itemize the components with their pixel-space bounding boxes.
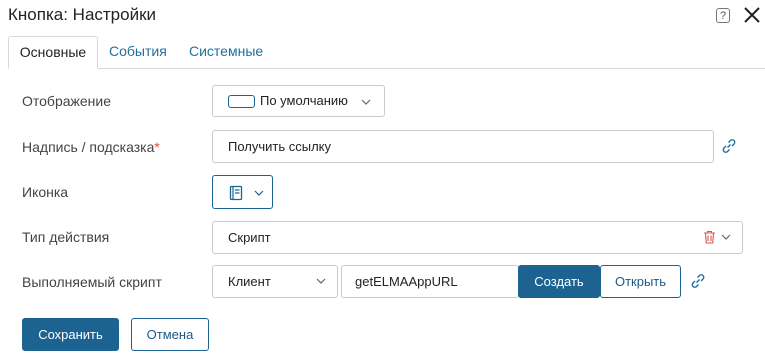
script-function-input[interactable]: getELMAAppURL <box>341 265 519 298</box>
chevron-down-icon <box>316 278 326 284</box>
open-script-button[interactable]: Открыть <box>600 265 681 298</box>
close-icon[interactable] <box>743 6 761 24</box>
caption-label-text: Надпись / подсказка <box>22 139 155 155</box>
tab-events[interactable]: События <box>109 36 167 68</box>
chevron-down-icon <box>721 234 731 240</box>
trash-icon[interactable] <box>703 230 716 244</box>
help-button[interactable]: ? <box>716 8 730 23</box>
cancel-button[interactable]: Отмена <box>131 318 209 351</box>
display-label: Отображение <box>22 93 112 109</box>
dialog-title: Кнопка: Настройки <box>8 5 157 24</box>
script-side-value: Клиент <box>228 274 271 289</box>
tab-bar: Основные События Системные <box>8 36 765 69</box>
icon-label: Иконка <box>22 184 69 200</box>
action-type-select[interactable]: Скрипт <box>212 221 743 254</box>
caption-input[interactable]: Получить ссылку <box>212 130 714 163</box>
display-value: По умолчанию <box>260 93 348 108</box>
book-icon <box>229 185 243 201</box>
script-label: Выполняемый скрипт <box>22 274 162 290</box>
save-button[interactable]: Сохранить <box>22 318 119 351</box>
caption-value: Получить ссылку <box>228 139 332 154</box>
script-function-value: getELMAAppURL <box>355 274 458 289</box>
chevron-down-icon <box>254 190 264 196</box>
link-icon[interactable] <box>721 138 737 154</box>
caption-label: Надпись / подсказка* <box>22 139 160 155</box>
action-type-label: Тип действия <box>22 229 110 245</box>
tab-main[interactable]: Основные <box>8 36 98 69</box>
link-icon[interactable] <box>690 273 706 289</box>
chevron-down-icon <box>361 99 371 105</box>
action-type-value: Скрипт <box>228 230 271 245</box>
display-select[interactable]: По умолчанию <box>212 85 385 117</box>
create-script-button[interactable]: Создать <box>518 265 600 298</box>
display-style-swatch <box>228 95 255 108</box>
script-side-select[interactable]: Клиент <box>212 265 338 298</box>
icon-picker[interactable] <box>212 175 273 209</box>
tab-system[interactable]: Системные <box>189 36 263 68</box>
required-mark: * <box>154 139 160 155</box>
